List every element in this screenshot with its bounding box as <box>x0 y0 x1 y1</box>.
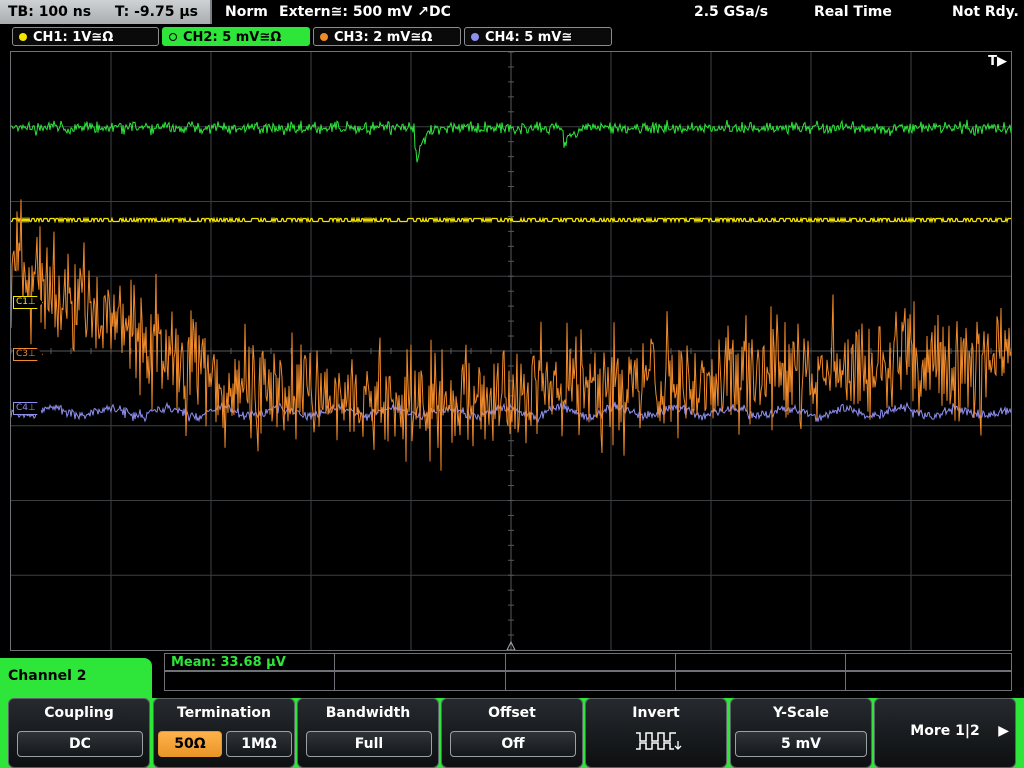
ch4-offset-marker[interactable]: C4⊥ <box>13 402 43 415</box>
termination-softkey[interactable]: Termination 50Ω 1MΩ <box>153 698 295 768</box>
measurement-cell[interactable] <box>506 654 676 672</box>
sample-rate[interactable]: 2.5 GSa/s <box>694 0 768 24</box>
invert-title: Invert <box>632 705 680 721</box>
measurement-cell[interactable] <box>846 672 1013 690</box>
ch1-offset-marker[interactable]: C1⊥ <box>13 296 43 309</box>
status-bar: TB: 100 ns T: -9.75 µs Norm Extern≅: 500… <box>0 0 1024 24</box>
coupling-softkey[interactable]: Coupling DC <box>8 698 150 768</box>
tab-ch3[interactable]: CH3: 2 mV≅Ω <box>313 27 461 46</box>
trigger-position-value: T: -9.75 µs <box>114 4 198 20</box>
ch3-color-dot <box>320 33 328 41</box>
measurement-row: Mean: 33.68 µV <box>164 653 1013 672</box>
measurement-cell[interactable]: Mean: 33.68 µV <box>165 654 335 672</box>
invert-waveform-icon <box>636 732 682 750</box>
yscale-title: Y-Scale <box>772 705 829 721</box>
yscale-softkey[interactable]: Y-Scale 5 mV <box>730 698 872 768</box>
measurement-cell[interactable] <box>335 672 506 690</box>
mean-value: Mean: 33.68 µV <box>171 655 286 670</box>
channel-tabs: CH1: 1V≅Ω CH2: 5 mV≅Ω CH3: 2 mV≅Ω CH4: 5… <box>0 26 1024 48</box>
trigger-source[interactable]: Extern≅: 500 mV ↗DC <box>279 0 451 24</box>
yscale-value[interactable]: 5 mV <box>735 731 867 757</box>
ch4-color-dot <box>471 33 479 41</box>
measurement-cell[interactable] <box>846 654 1013 672</box>
termination-50ohm-button[interactable]: 50Ω <box>158 731 222 757</box>
waveform-display[interactable]: T▶ C1⊥ C3⊥ C4⊥ <box>10 51 1012 651</box>
tab-ch4-label: CH4: 5 mV≅ <box>485 30 573 45</box>
measurement-cell[interactable] <box>335 654 506 672</box>
tab-ch2[interactable]: CH2: 5 mV≅Ω <box>162 27 310 46</box>
trigger-mode[interactable]: Norm <box>225 0 268 24</box>
ch1-color-dot <box>19 33 27 41</box>
tab-ch1[interactable]: CH1: 1V≅Ω <box>12 27 159 46</box>
softkey-bar: Coupling DC Termination 50Ω 1MΩ Bandwidt… <box>0 698 1024 768</box>
bandwidth-value[interactable]: Full <box>306 731 432 757</box>
coupling-title: Coupling <box>44 705 114 721</box>
termination-1mohm-button[interactable]: 1MΩ <box>226 731 292 757</box>
acquisition-mode[interactable]: Real Time <box>814 0 892 24</box>
measurement-cell[interactable] <box>506 672 676 690</box>
channel-panel-title: Channel 2 <box>8 668 87 684</box>
tab-ch3-label: CH3: 2 mV≅Ω <box>334 30 433 45</box>
termination-title: Termination <box>177 705 271 721</box>
tab-ch1-label: CH1: 1V≅Ω <box>33 30 114 45</box>
more-label: More 1|2 <box>910 723 980 739</box>
ch3-offset-marker[interactable]: C3⊥ <box>13 348 43 361</box>
bandwidth-title: Bandwidth <box>325 705 411 721</box>
measurement-cell[interactable] <box>676 672 846 690</box>
offset-title: Offset <box>488 705 536 721</box>
offset-softkey[interactable]: Offset Off <box>441 698 583 768</box>
timebase-value: TB: 100 ns <box>8 4 92 20</box>
ch2-color-dot <box>169 33 177 41</box>
measurement-cell[interactable] <box>676 654 846 672</box>
acquisition-state: Not Rdy. <box>952 4 1019 20</box>
invert-softkey[interactable]: Invert <box>585 698 727 768</box>
coupling-value[interactable]: DC <box>17 731 143 757</box>
tab-ch2-label: CH2: 5 mV≅Ω <box>183 30 282 45</box>
measurement-cell[interactable] <box>165 672 335 690</box>
measurement-row <box>164 671 1012 691</box>
offset-value[interactable]: Off <box>450 731 576 757</box>
timebase-display[interactable]: TB: 100 ns T: -9.75 µs <box>0 0 212 24</box>
more-softkey[interactable]: More 1|2 ▶ <box>874 698 1016 768</box>
next-page-icon: ▶ <box>998 723 1009 739</box>
waveform-canvas[interactable] <box>11 52 1011 650</box>
measurement-table: Mean: 33.68 µV <box>164 653 1012 691</box>
bandwidth-softkey[interactable]: Bandwidth Full <box>297 698 439 768</box>
trigger-marker: T▶ <box>988 54 1007 69</box>
tab-ch4[interactable]: CH4: 5 mV≅ <box>464 27 612 46</box>
